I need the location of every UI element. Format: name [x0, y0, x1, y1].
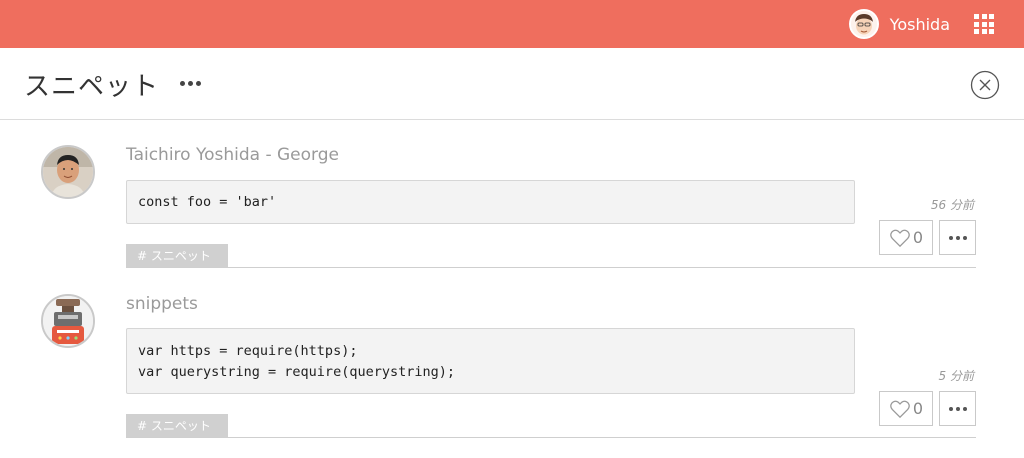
author-avatar[interactable]	[41, 145, 95, 199]
timestamp: 56 分前	[930, 198, 974, 212]
like-count: 0	[912, 228, 924, 247]
like-button[interactable]: 0	[879, 220, 933, 255]
robot-logo-icon	[43, 296, 93, 346]
author-name[interactable]: snippets	[126, 294, 198, 314]
page-title: スニペット	[24, 72, 160, 102]
more-horizontal-icon[interactable]	[180, 81, 201, 86]
grid-apps-icon[interactable]	[974, 14, 994, 34]
author-avatar[interactable]	[41, 294, 95, 348]
user-avatar[interactable]	[848, 9, 879, 39]
code-snippet: const foo = 'bar'	[126, 180, 855, 224]
heart-icon	[890, 229, 910, 247]
tag-label[interactable]: # スニペット	[126, 414, 228, 438]
code-snippet: var https = require(https); var querystr…	[126, 328, 855, 394]
tag-label[interactable]: # スニペット	[126, 244, 228, 268]
top-bar: Yoshida	[0, 0, 1024, 48]
cartoon-face-icon	[850, 11, 877, 37]
page-header: スニペット	[0, 48, 1024, 120]
like-count: 0	[912, 399, 924, 418]
post-options-button[interactable]	[939, 391, 976, 426]
heart-icon	[890, 400, 910, 418]
like-button[interactable]: 0	[879, 391, 933, 426]
timestamp: 5 分前	[938, 369, 974, 383]
close-circle-icon[interactable]	[970, 70, 1000, 100]
person-photo-icon	[43, 147, 93, 197]
user-name[interactable]: Yoshida	[890, 15, 950, 34]
divider	[126, 437, 976, 438]
user-menu[interactable]: Yoshida	[848, 9, 950, 39]
author-name[interactable]: Taichiro Yoshida - George	[126, 145, 339, 165]
divider	[126, 267, 976, 268]
post-options-button[interactable]	[939, 220, 976, 255]
